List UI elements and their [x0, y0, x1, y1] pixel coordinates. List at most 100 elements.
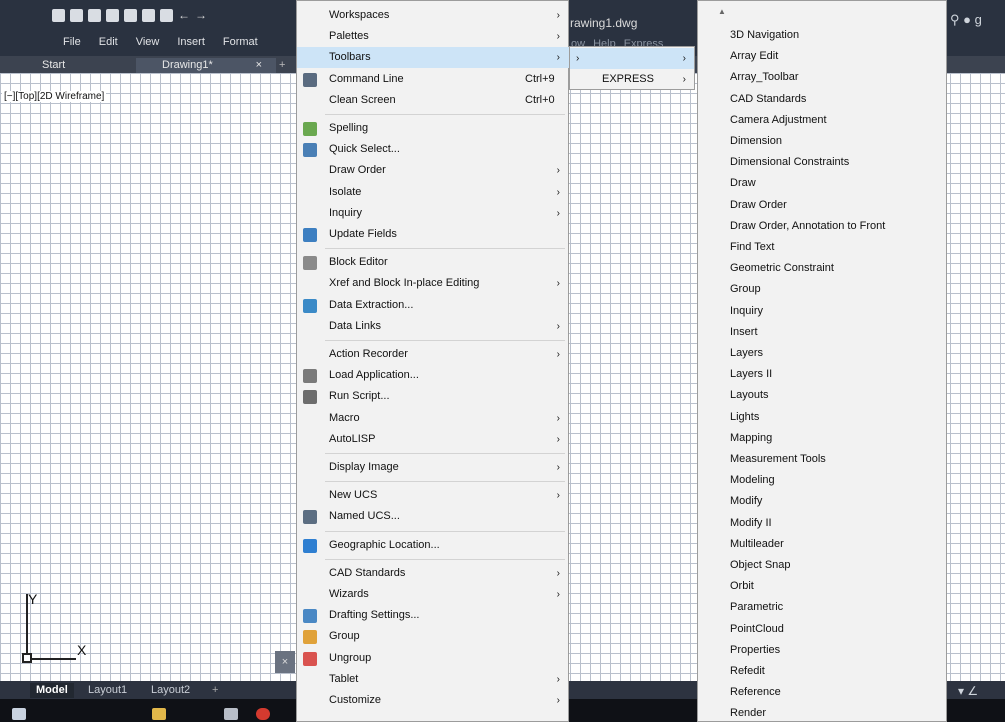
undo-icon[interactable]: ← [178, 9, 190, 22]
menu-edit[interactable]: Edit [90, 36, 127, 48]
menu-item-workspaces[interactable]: Workspaces › [297, 5, 570, 26]
save-icon[interactable] [88, 9, 101, 22]
angle-icon[interactable]: ∠ [967, 684, 978, 698]
menu-insert[interactable]: Insert [168, 36, 214, 48]
taskbar-app-icon[interactable] [224, 708, 238, 720]
menu-item-spelling[interactable]: Spelling [297, 118, 570, 139]
menu-item-wizards[interactable]: Wizards › [297, 584, 570, 605]
menu-item-xref-and-block-in-place-editing[interactable]: Xref and Block In-place Editing › [297, 273, 570, 294]
toolbar-item-layers-ii[interactable]: Layers II [698, 364, 946, 385]
menu-item-action-recorder[interactable]: Action Recorder › [297, 344, 570, 365]
scroll-up-icon[interactable]: ▲ [718, 7, 726, 16]
search-icon[interactable]: ⚲ [950, 12, 960, 27]
menu-item-draw-order[interactable]: Draw Order › [297, 160, 570, 181]
new-file-icon[interactable] [52, 9, 65, 22]
toolbar-item-lights[interactable]: Lights [698, 407, 946, 428]
menu-item-cad-standards[interactable]: CAD Standards › [297, 563, 570, 584]
menu-item-autolisp[interactable]: AutoLISP › [297, 429, 570, 450]
toolbar-item-parametric[interactable]: Parametric [698, 597, 946, 618]
toolbar-item-refedit[interactable]: Refedit [698, 661, 946, 682]
tab-layout2[interactable]: Layout2 [145, 683, 196, 698]
save-to-web-icon[interactable] [142, 9, 155, 22]
viewport-controls[interactable]: [−][Top][2D Wireframe] [2, 91, 107, 102]
user-icon[interactable]: ● [963, 12, 971, 27]
toolbar-item-modify[interactable]: Modify [698, 491, 946, 512]
tab-layout1[interactable]: Layout1 [82, 683, 133, 698]
toolbar-item-multileader[interactable]: Multileader [698, 534, 946, 555]
toolbar-item-draw[interactable]: Draw [698, 173, 946, 194]
file-explorer-icon[interactable] [152, 708, 166, 720]
menu-item-data-links[interactable]: Data Links › [297, 316, 570, 337]
menu-item-quick-select[interactable]: Quick Select... [297, 139, 570, 160]
toolbar-item-geometric-constraint[interactable]: Geometric Constraint [698, 258, 946, 279]
menu-item-tablet[interactable]: Tablet › [297, 669, 570, 690]
menu-format[interactable]: Format [214, 36, 267, 48]
menu-item-palettes[interactable]: Palettes › [297, 26, 570, 47]
menu-item-run-script[interactable]: Run Script... [297, 386, 570, 407]
menu-item-new-ucs[interactable]: New UCS › [297, 485, 570, 506]
toolbar-item-draw-order-annotation-to-front[interactable]: Draw Order, Annotation to Front [698, 216, 946, 237]
toolbar-item-group[interactable]: Group [698, 279, 946, 300]
toolbar-item-inquiry[interactable]: Inquiry [698, 301, 946, 322]
toolbar-item-dimensional-constraints[interactable]: Dimensional Constraints [698, 152, 946, 173]
toolbar-item-modify-ii[interactable]: Modify II [698, 513, 946, 534]
browser-icon[interactable] [256, 708, 270, 720]
menu-item-group[interactable]: Group [297, 626, 570, 647]
menu-item-geographic-location[interactable]: Geographic Location... [297, 535, 570, 556]
menu-item-macro[interactable]: Macro › [297, 408, 570, 429]
toolbar-item-measurement-tools[interactable]: Measurement Tools [698, 449, 946, 470]
toolbar-item-orbit[interactable]: Orbit [698, 576, 946, 597]
menu-item-load-application[interactable]: Load Application... [297, 365, 570, 386]
user-name[interactable]: g [975, 12, 982, 27]
toolbar-item-pointcloud[interactable]: PointCloud [698, 619, 946, 640]
toolbar-item-object-snap[interactable]: Object Snap [698, 555, 946, 576]
windows-start-icon[interactable] [12, 708, 26, 720]
toolbar-item-render[interactable]: Render [698, 703, 946, 722]
new-tab-button[interactable]: + [279, 58, 285, 73]
menu-view[interactable]: View [127, 36, 169, 48]
menu-item-named-ucs[interactable]: Named UCS... [297, 506, 570, 527]
toolbar-item-mapping[interactable]: Mapping [698, 428, 946, 449]
toolbar-item-insert[interactable]: Insert [698, 322, 946, 343]
toolbar-item-properties[interactable]: Properties [698, 640, 946, 661]
toolbar-item-camera-adjustment[interactable]: Camera Adjustment [698, 110, 946, 131]
toolbar-item-draw-order[interactable]: Draw Order [698, 195, 946, 216]
menu-item-isolate[interactable]: Isolate › [297, 182, 570, 203]
tab-model[interactable]: Model [30, 683, 74, 698]
toolbar-item-array-edit[interactable]: Array Edit [698, 46, 946, 67]
toolbars-submenu-express[interactable]: EXPRESS › [570, 69, 694, 90]
toolbar-item-array-toolbar[interactable]: Array_Toolbar [698, 67, 946, 88]
menu-item-data-extraction[interactable]: Data Extraction... [297, 295, 570, 316]
toolbars-submenu-autocad[interactable]: › › [570, 48, 694, 69]
menu-item-command-line[interactable]: Command Line Ctrl+9 [297, 69, 570, 90]
menu-item-block-editor[interactable]: Block Editor [297, 252, 570, 273]
toolbar-item-layouts[interactable]: Layouts [698, 385, 946, 406]
menu-item-ungroup[interactable]: Ungroup [297, 648, 570, 669]
open-folder-icon[interactable] [70, 9, 83, 22]
toolbar-item-modeling[interactable]: Modeling [698, 470, 946, 491]
toolbar-item-dimension[interactable]: Dimension [698, 131, 946, 152]
plot-icon[interactable] [160, 9, 173, 22]
command-line-grip[interactable]: × [275, 651, 295, 673]
toolbar-item-find-text[interactable]: Find Text [698, 237, 946, 258]
redo-icon[interactable]: → [195, 9, 207, 22]
close-tab-icon[interactable]: × [256, 58, 262, 72]
menu-item-toolbars[interactable]: Toolbars › [297, 47, 570, 69]
menu-item-clean-screen[interactable]: Clean Screen Ctrl+0 [297, 90, 570, 111]
dropdown-icon[interactable]: ▾ [958, 684, 964, 698]
add-layout-button[interactable]: + [206, 683, 224, 698]
toolbar-item-reference[interactable]: Reference [698, 682, 946, 703]
toolbar-item-3d-navigation[interactable]: 3D Navigation [698, 25, 946, 46]
menu-item-update-fields[interactable]: Update Fields [297, 224, 570, 245]
toolbar-item-cad-standards[interactable]: CAD Standards [698, 89, 946, 110]
menu-item-drafting-settings[interactable]: Drafting Settings... [297, 605, 570, 626]
save-as-icon[interactable] [106, 9, 119, 22]
toolbar-item-layers[interactable]: Layers [698, 343, 946, 364]
open-from-web-icon[interactable] [124, 9, 137, 22]
menu-file[interactable]: File [54, 36, 90, 48]
menu-item-display-image[interactable]: Display Image › [297, 457, 570, 478]
tab-start[interactable]: Start [42, 58, 65, 73]
menu-item-customize[interactable]: Customize › [297, 690, 570, 711]
menu-item-inquiry[interactable]: Inquiry › [297, 203, 570, 224]
tab-drawing1[interactable]: Drawing1* × [136, 58, 276, 73]
